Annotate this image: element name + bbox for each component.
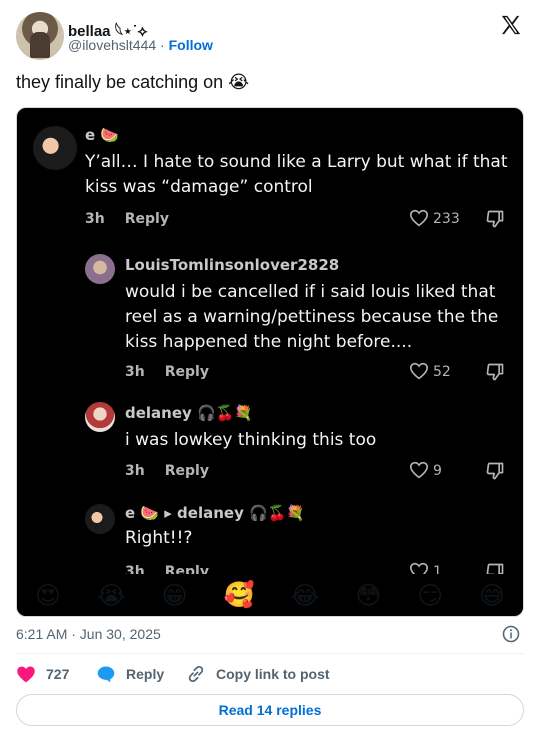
comment-like-count: 52	[433, 364, 451, 380]
loudly-crying-emoji: 😭	[228, 72, 250, 93]
comment-time: 3h	[85, 211, 105, 227]
commenter-avatar	[33, 126, 77, 170]
link-icon	[188, 665, 204, 683]
comment: e 🍉 Y’all… I hate to sound like a Larry …	[17, 108, 523, 238]
comment-meta: 3h Reply	[85, 211, 169, 227]
emoji-reaction[interactable]: 😭	[97, 581, 126, 610]
author-handle[interactable]: @ilovehslt444	[68, 37, 156, 53]
copy-link-button[interactable]: Copy link to post	[186, 664, 330, 684]
commenter-name: LouisTomlinsonlover2828	[125, 256, 340, 274]
heart-outline-icon	[409, 461, 429, 479]
commenter-name: e 🍉	[85, 126, 120, 144]
separator-dot: ·	[160, 37, 165, 53]
emoji-reaction[interactable]: 😅	[479, 581, 505, 610]
comment-text: Y’all… I hate to sound like a Larry but …	[85, 152, 508, 197]
author-avatar[interactable]	[16, 12, 64, 60]
reply-bubble-icon	[97, 666, 115, 683]
emoji-reaction[interactable]: 😁	[162, 581, 188, 610]
author-handle-row: @ilovehslt444 · Follow	[68, 37, 213, 53]
comment-likes[interactable]: 233	[409, 209, 460, 227]
heart-filled-icon	[17, 666, 35, 683]
comment-reply-button[interactable]: Reply	[165, 463, 209, 479]
emoji-reaction[interactable]: 😂	[290, 581, 319, 610]
comment-text: Right!!?	[125, 528, 193, 548]
commenter-name: e 🍉 ▸ delaney 🎧🍒💐	[125, 504, 306, 522]
comment-like-count: 9	[433, 463, 442, 479]
comment-reply: delaney 🎧🍒💐 i was lowkey thinking this t…	[17, 396, 523, 486]
comment-meta: 3h Reply	[125, 364, 209, 380]
dislike-icon[interactable]	[485, 362, 505, 382]
emoji-reaction[interactable]: 🥰	[223, 580, 254, 610]
comment-time: 3h	[125, 463, 145, 479]
emoji-reaction[interactable]: 😳	[355, 581, 381, 610]
commenter-name: delaney 🎧🍒💐	[125, 404, 254, 422]
heart-outline-icon	[409, 209, 429, 227]
tweet-timestamp[interactable]: 6:21 AM · Jun 30, 2025	[16, 626, 161, 642]
like-button[interactable]: 727	[16, 664, 69, 684]
heart-outline-icon	[409, 362, 429, 380]
info-icon[interactable]	[502, 625, 520, 643]
comment-reply: LouisTomlinsonlover2828 would i be cance…	[17, 248, 523, 388]
dislike-icon[interactable]	[485, 209, 505, 229]
tweet-text: they finally be catching on	[16, 72, 224, 92]
commenter-avatar	[85, 254, 115, 284]
dislike-icon[interactable]	[485, 461, 505, 481]
comment-meta: 3h Reply	[125, 463, 209, 479]
tweet-header: bellaa 𓆩⋆˙⟡ @ilovehslt444 · Follow	[16, 12, 524, 62]
commenter-avatar	[85, 402, 115, 432]
comment-time: 3h	[125, 364, 145, 380]
reply-label: Reply	[126, 666, 165, 682]
like-count: 727	[46, 666, 70, 682]
comment-reply-button[interactable]: Reply	[165, 364, 209, 380]
copy-link-label: Copy link to post	[216, 666, 330, 682]
emoji-reaction-bar: 😍 😭 😁 🥰 😂 😳 😏 😅	[17, 574, 523, 616]
emoji-reaction[interactable]: 😏	[417, 581, 443, 610]
follow-link[interactable]: Follow	[169, 37, 213, 53]
x-logo-icon[interactable]	[500, 14, 522, 36]
comment-text: i was lowkey thinking this too	[125, 430, 377, 450]
divider	[16, 653, 524, 654]
comment-likes[interactable]: 52	[409, 362, 451, 380]
comment-reply-button[interactable]: Reply	[125, 211, 169, 227]
comment-text: would i be cancelled if i said louis lik…	[125, 282, 499, 352]
tweet-text-row: they finally be catching on 😭	[16, 72, 249, 93]
comment-like-count: 233	[433, 211, 460, 227]
emoji-reaction[interactable]: 😍	[35, 581, 61, 610]
comment-likes[interactable]: 9	[409, 461, 442, 479]
reply-button[interactable]: Reply	[96, 664, 164, 684]
embedded-image[interactable]: e 🍉 Y’all… I hate to sound like a Larry …	[16, 107, 524, 617]
commenter-avatar	[85, 504, 115, 534]
read-replies-button[interactable]: Read 14 replies	[16, 694, 524, 726]
